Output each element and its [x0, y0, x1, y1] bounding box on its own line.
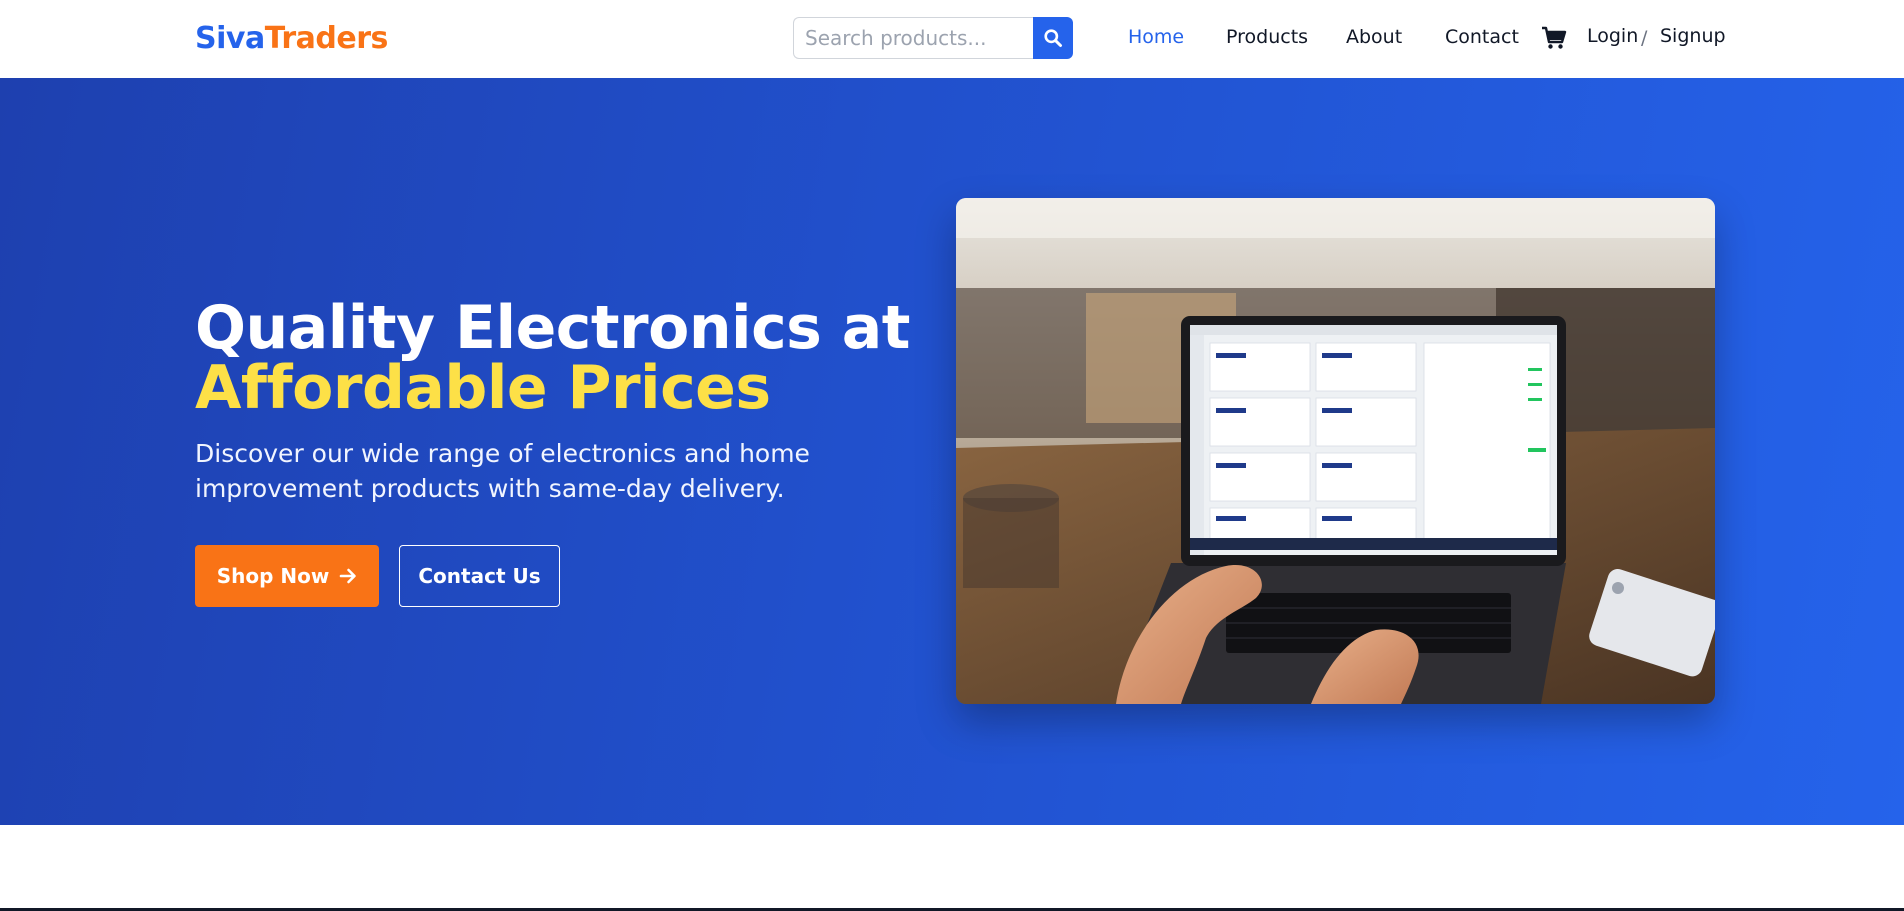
brand-logo[interactable]: SivaTraders — [195, 21, 388, 56]
contact-us-label: Contact Us — [418, 564, 541, 588]
brand-name-part1: Siva — [195, 21, 265, 56]
login-link[interactable]: Login — [1587, 25, 1638, 47]
brand-name-part2: Traders — [264, 21, 389, 56]
cart-button[interactable] — [1541, 26, 1567, 50]
hero-image — [956, 198, 1715, 704]
search-input[interactable] — [793, 17, 1033, 59]
hero-section: Quality Electronics at Affordable Prices… — [0, 78, 1904, 825]
arrow-right-icon — [340, 568, 357, 584]
hero-title: Quality Electronics at Affordable Prices — [195, 298, 955, 418]
nav-about[interactable]: About — [1346, 26, 1402, 48]
site-header: SivaTraders Home Products About Contact … — [0, 0, 1904, 78]
nav-home[interactable]: Home — [1128, 26, 1184, 48]
signup-link[interactable]: Signup — [1660, 25, 1726, 47]
auth-separator: / — [1641, 27, 1648, 49]
shop-now-button[interactable]: Shop Now — [195, 545, 379, 607]
nav-contact[interactable]: Contact — [1445, 26, 1519, 48]
hero-title-highlight: Affordable Prices — [195, 353, 771, 423]
search-bar — [793, 17, 1073, 59]
cart-icon — [1542, 26, 1567, 49]
hero-subtitle: Discover our wide range of electronics a… — [195, 439, 810, 503]
search-icon — [1044, 29, 1062, 47]
search-button[interactable] — [1033, 17, 1073, 59]
contact-us-button[interactable]: Contact Us — [399, 545, 560, 607]
nav-products[interactable]: Products — [1226, 26, 1308, 48]
shop-now-label: Shop Now — [216, 564, 330, 588]
